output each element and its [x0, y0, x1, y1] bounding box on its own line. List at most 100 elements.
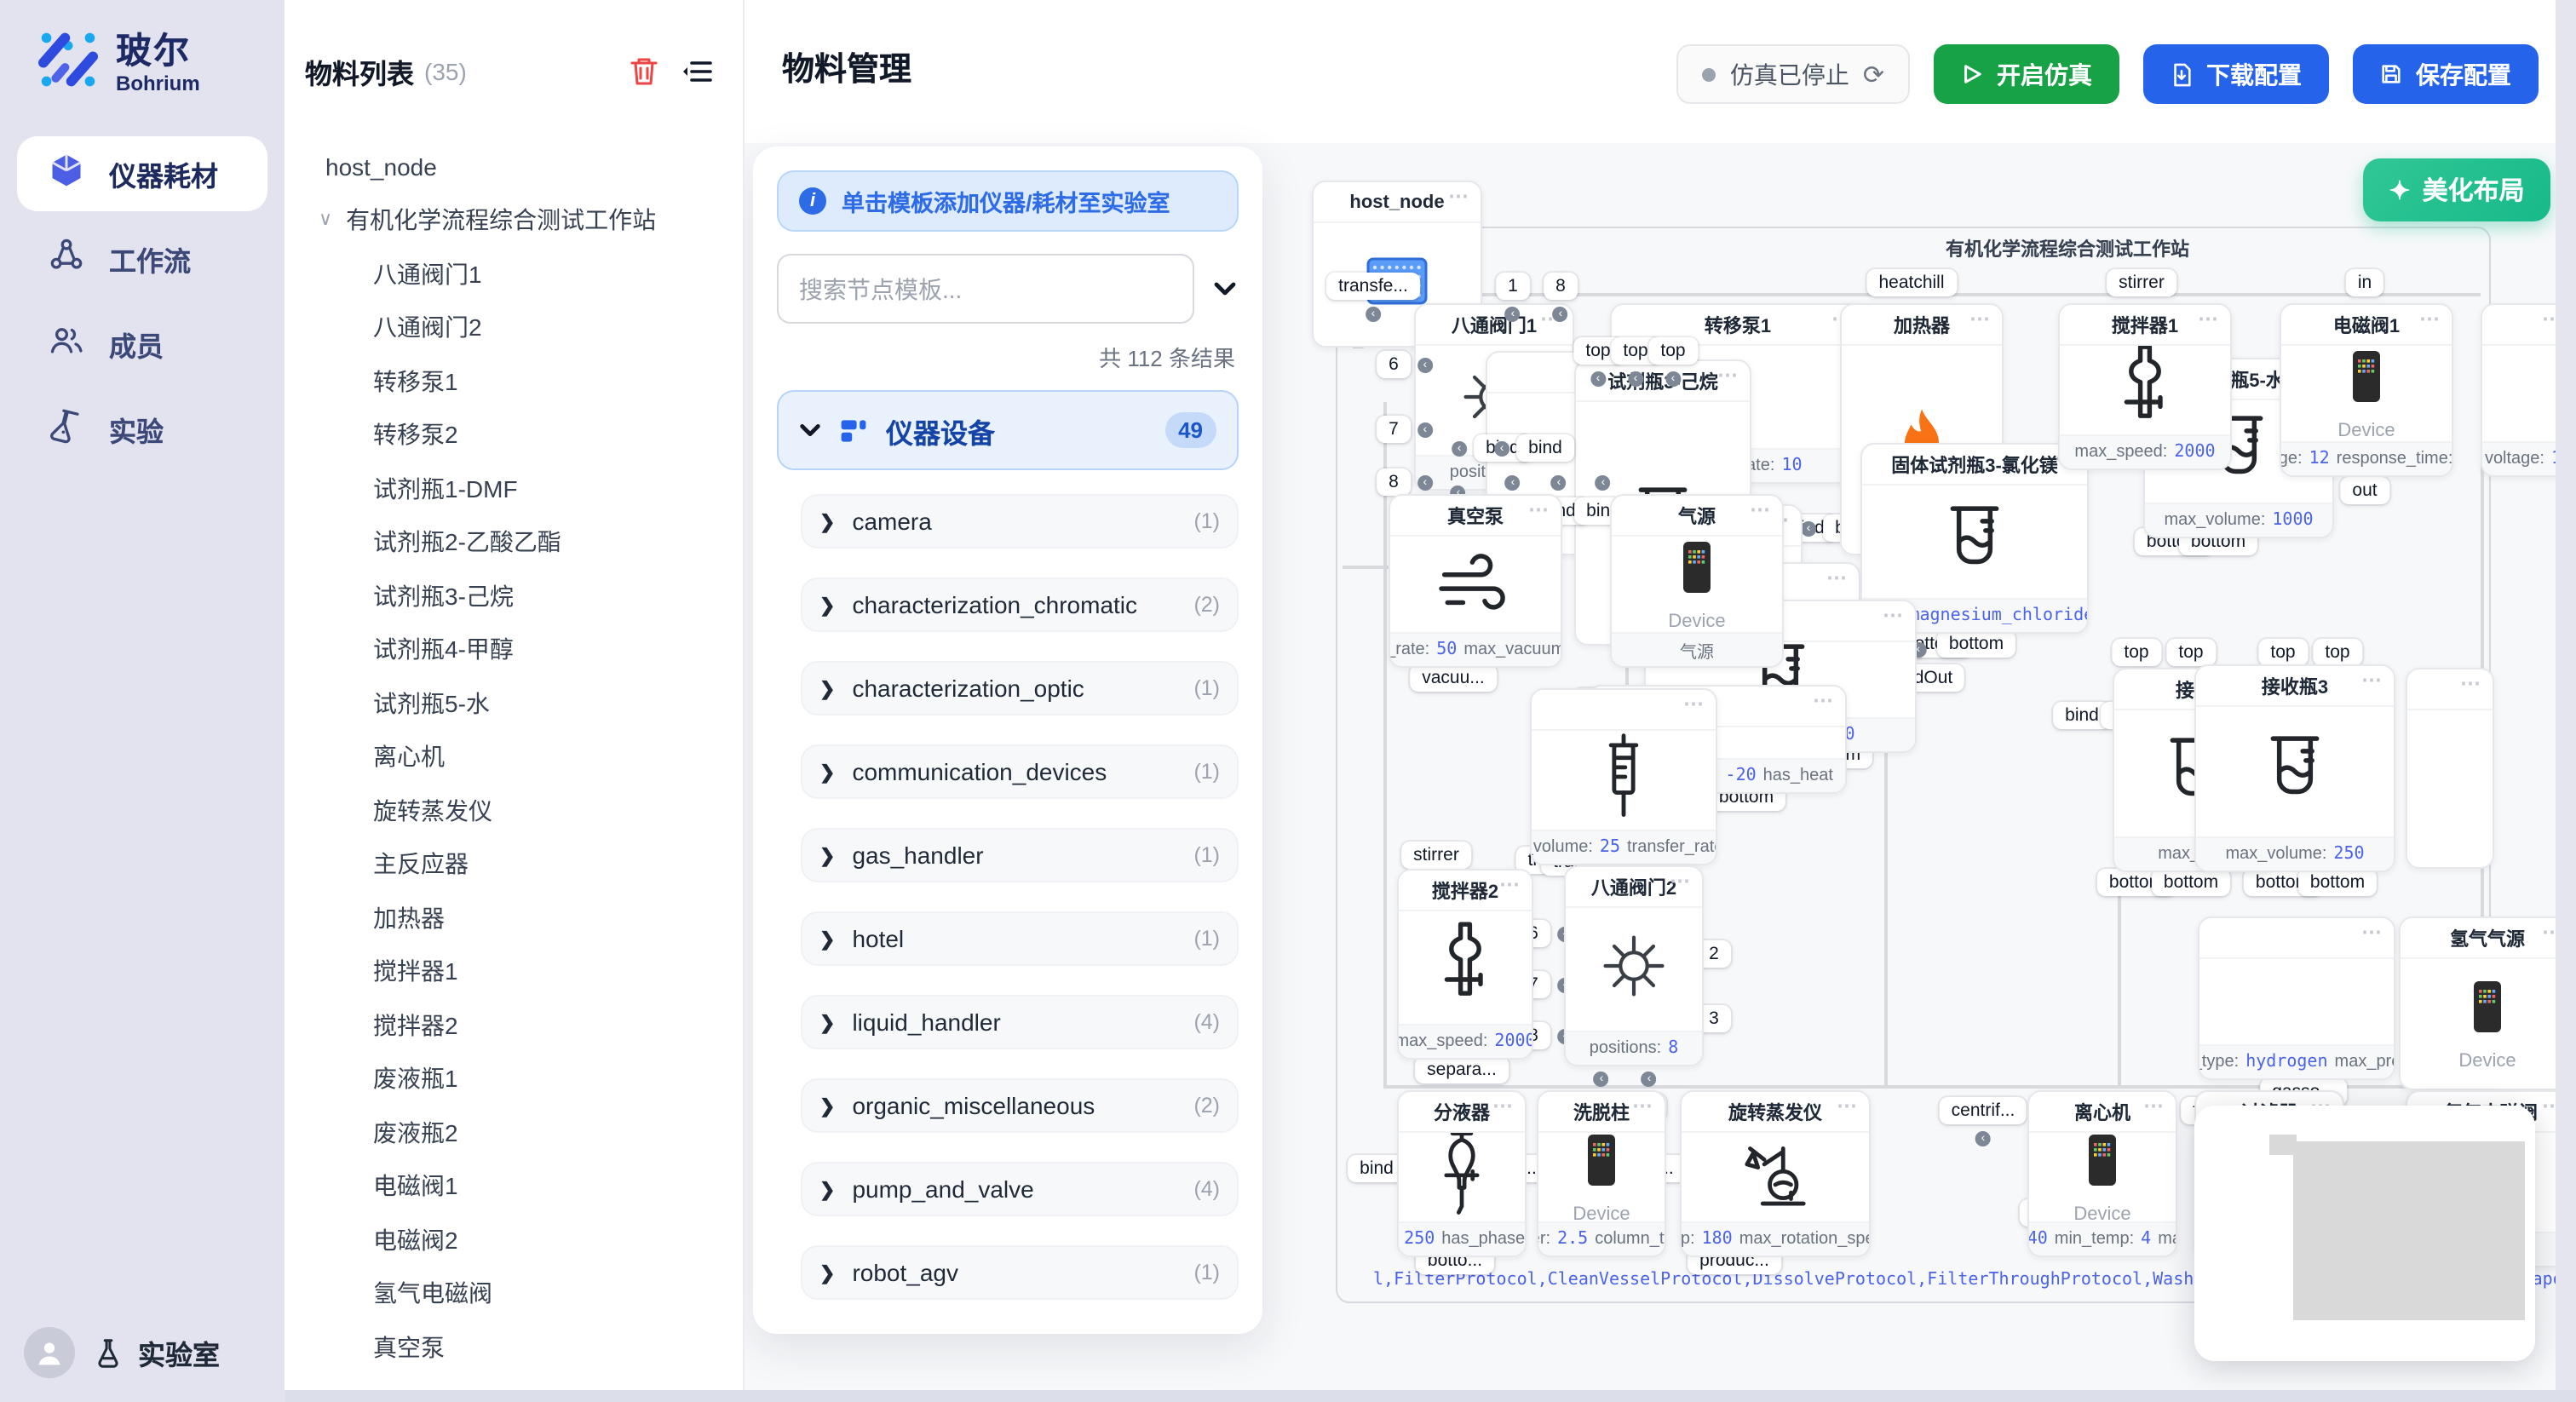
category-row[interactable]: ❯ gas_handler (1) — [801, 828, 1239, 882]
tree-item[interactable]: 转移泵1 — [285, 354, 743, 408]
trash-icon[interactable] — [630, 56, 658, 87]
port-chip-stirrer[interactable]: stirrer‹ — [2107, 269, 2176, 296]
search-input[interactable] — [777, 254, 1194, 324]
minimap-viewport[interactable] — [2293, 1141, 2525, 1320]
canvas-node-搅拌器2[interactable]: 搅拌器2⋯max_speed:2000 — [1397, 869, 1533, 1060]
beautify-layout-button[interactable]: ✦ 美化布局 — [2363, 158, 2550, 221]
canvas-node-真空泵[interactable]: 真空泵⋯pump_rate:50max_vacuum:0.1 — [1389, 494, 1562, 668]
simulation-status-pill[interactable]: 仿真已停止 ⟳ — [1677, 44, 1910, 104]
tree-item[interactable]: 废液瓶2 — [285, 1106, 743, 1159]
tree-item[interactable]: 电磁阀2 — [285, 1213, 743, 1267]
port-chip-8[interactable]: 8‹ — [1377, 468, 1411, 496]
tree-item[interactable]: 试剂瓶4-甲醇 — [285, 623, 743, 676]
category-row[interactable]: ❯ robot_agv (1) — [801, 1245, 1239, 1300]
tree-item[interactable]: 电磁阀1 — [285, 1159, 743, 1213]
port-chip-bottom[interactable]: bottom‹ — [1937, 630, 2015, 658]
canvas-node-搅拌器1[interactable]: 搅拌器1⋯max_speed:2000 — [2058, 303, 2232, 470]
port-chip-vacuu...[interactable]: vacuu...‹ — [1410, 664, 1497, 692]
node-menu-icon[interactable]: ⋯ — [1448, 184, 1470, 208]
tree-item[interactable]: 试剂瓶2-乙酸乙酯 — [285, 515, 743, 569]
tree-item[interactable]: 旋转蒸发仪 — [285, 784, 743, 837]
tree-item[interactable]: 主反应器 — [285, 837, 743, 891]
canvas-node-电磁阀1[interactable]: 电磁阀1⋯Devicevoltage:12response_time:0.1 — [2280, 303, 2453, 477]
canvas-node-接收瓶3[interactable]: 接收瓶3⋯max_volume:250 — [2194, 664, 2395, 872]
node-menu-icon[interactable]: ⋯ — [1826, 566, 1849, 589]
collapse-list-icon[interactable] — [681, 60, 712, 83]
canvas-node-气源[interactable]: 气源⋯Device气源 — [1610, 494, 1784, 668]
tree-item[interactable]: 废液瓶1 — [285, 1052, 743, 1106]
canvas-node-分液器[interactable]: 分液器⋯volume:250has_phases:true — [1397, 1090, 1527, 1257]
node-menu-icon[interactable]: ⋯ — [1528, 497, 1550, 521]
canvas-node-旋转蒸发仪[interactable]: 旋转蒸发仪⋯temp:180max_rotation_speed: — [1680, 1090, 1871, 1257]
sidebar-item-3[interactable]: 实验 — [17, 392, 267, 467]
start-simulation-button[interactable]: 开启仿真 — [1934, 44, 2119, 104]
tree-item[interactable]: 离心机 — [285, 730, 743, 784]
tree-item[interactable]: 搅拌器2 — [285, 998, 743, 1052]
canvas-node-离心机[interactable]: 离心机⋯Devicetemp:40min_temp:4max_spe — [2027, 1090, 2177, 1257]
category-row[interactable]: ❯ liquid_handler (4) — [801, 995, 1239, 1049]
port-chip-bind[interactable]: bind‹ — [1516, 434, 1574, 462]
node-menu-icon[interactable]: ⋯ — [2460, 671, 2482, 695]
node-menu-icon[interactable]: ⋯ — [1813, 688, 1835, 712]
sidebar-item-2[interactable]: 成员 — [17, 307, 267, 382]
port-chip-bottom[interactable]: bottom‹ — [2152, 869, 2230, 896]
node-menu-icon[interactable]: ⋯ — [2143, 1094, 2165, 1118]
node-menu-icon[interactable]: ⋯ — [2419, 307, 2441, 330]
category-row[interactable]: ❯ characterization_chromatic (2) — [801, 577, 1239, 632]
tree-item[interactable]: 八通阀门1 — [285, 247, 743, 301]
tree-item[interactable]: 加热器 — [285, 891, 743, 945]
port-chip-bottom[interactable]: bottom‹ — [2298, 869, 2377, 896]
node-menu-icon[interactable]: ⋯ — [1670, 869, 1692, 893]
node-menu-icon[interactable]: ⋯ — [1499, 872, 1521, 896]
tree-group-workstation[interactable]: ∨ 有机化学流程综合测试工作站 — [285, 193, 743, 247]
node-menu-icon[interactable]: ⋯ — [1883, 603, 1905, 627]
canvas-node-洗脱柱[interactable]: 洗脱柱⋯Devicediameter:2.5column_type:si — [1537, 1090, 1666, 1257]
tree-item[interactable]: 试剂瓶1-DMF — [285, 462, 743, 515]
sidebar-item-1[interactable]: 工作流 — [17, 221, 267, 296]
canvas-node-氢气气源[interactable]: 氢气气源⋯Device — [2399, 916, 2576, 1090]
port-chip-heatchill[interactable]: heatchill‹ — [1866, 269, 1956, 296]
horizontal-scrollbar[interactable] — [285, 1390, 2576, 1402]
port-chip-8[interactable]: 8‹ — [1544, 273, 1578, 300]
port-chip-top[interactable]: top‹ — [2258, 639, 2307, 666]
tree-item[interactable]: 转移泵2 — [285, 408, 743, 462]
port-chip-transfe...[interactable]: transfe...‹ — [1326, 273, 1420, 300]
tree-item[interactable]: 试剂瓶5-水 — [285, 676, 743, 730]
category-row[interactable]: ❯ characterization_optic (1) — [801, 661, 1239, 715]
save-config-button[interactable]: 保存配置 — [2353, 44, 2539, 104]
node-menu-icon[interactable]: ⋯ — [1750, 497, 1772, 521]
port-chip-top[interactable]: top‹ — [1648, 337, 1697, 365]
tree-item[interactable]: 搅拌器1 — [285, 945, 743, 998]
port-chip-6[interactable]: 6‹ — [1377, 351, 1411, 378]
node-menu-icon[interactable]: ⋯ — [2198, 307, 2220, 330]
node-menu-icon[interactable]: ⋯ — [1492, 1094, 1515, 1118]
laboratory-entry[interactable]: 实验室 — [92, 1332, 220, 1373]
tree-item[interactable]: 氢气电磁阀 — [285, 1267, 743, 1320]
canvas-node[interactable]: ⋯max_volume:25transfer_rate:10 — [1530, 688, 1717, 865]
port-chip-separa...[interactable]: separa...‹ — [1415, 1056, 1509, 1083]
node-menu-icon[interactable]: ⋯ — [1717, 363, 1739, 387]
canvas-node-八通阀门2[interactable]: 八通阀门2⋯positions:8 — [1564, 865, 1704, 1066]
canvas-node[interactable]: ⋯ — [2406, 668, 2494, 869]
node-menu-icon[interactable]: ⋯ — [1632, 1094, 1654, 1118]
port-chip-stirrer[interactable]: stirrer‹ — [1401, 842, 1471, 869]
category-row[interactable]: ❯ camera (1) — [801, 494, 1239, 549]
collapse-chevron-icon[interactable] — [1211, 279, 1239, 299]
download-config-button[interactable]: 下载配置 — [2143, 44, 2329, 104]
minimap[interactable] — [2194, 1106, 2535, 1361]
port-chip-top[interactable]: top‹ — [2313, 639, 2361, 666]
section-instruments[interactable]: 仪器设备 49 — [777, 390, 1239, 470]
port-chip-1[interactable]: 1‹ — [1496, 273, 1530, 300]
refresh-icon[interactable]: ⟳ — [1863, 59, 1884, 89]
port-chip-out[interactable]: out‹ — [2340, 477, 2389, 504]
category-row[interactable]: ❯ communication_devices (1) — [801, 744, 1239, 799]
user-avatar[interactable] — [24, 1327, 75, 1378]
category-row[interactable]: ❯ hotel (1) — [801, 911, 1239, 966]
category-row[interactable]: ❯ organic_miscellaneous (2) — [801, 1078, 1239, 1133]
sidebar-item-0[interactable]: 仪器耗材 — [17, 136, 267, 211]
vertical-scrollbar[interactable] — [2556, 0, 2576, 1402]
port-chip-in[interactable]: in‹ — [2346, 269, 2383, 296]
tree-item[interactable]: 八通阀门2 — [285, 301, 743, 354]
canvas-node[interactable]: ⋯_type:hydrogenmax_pre — [2198, 916, 2395, 1080]
port-chip-7[interactable]: 7‹ — [1377, 416, 1411, 443]
